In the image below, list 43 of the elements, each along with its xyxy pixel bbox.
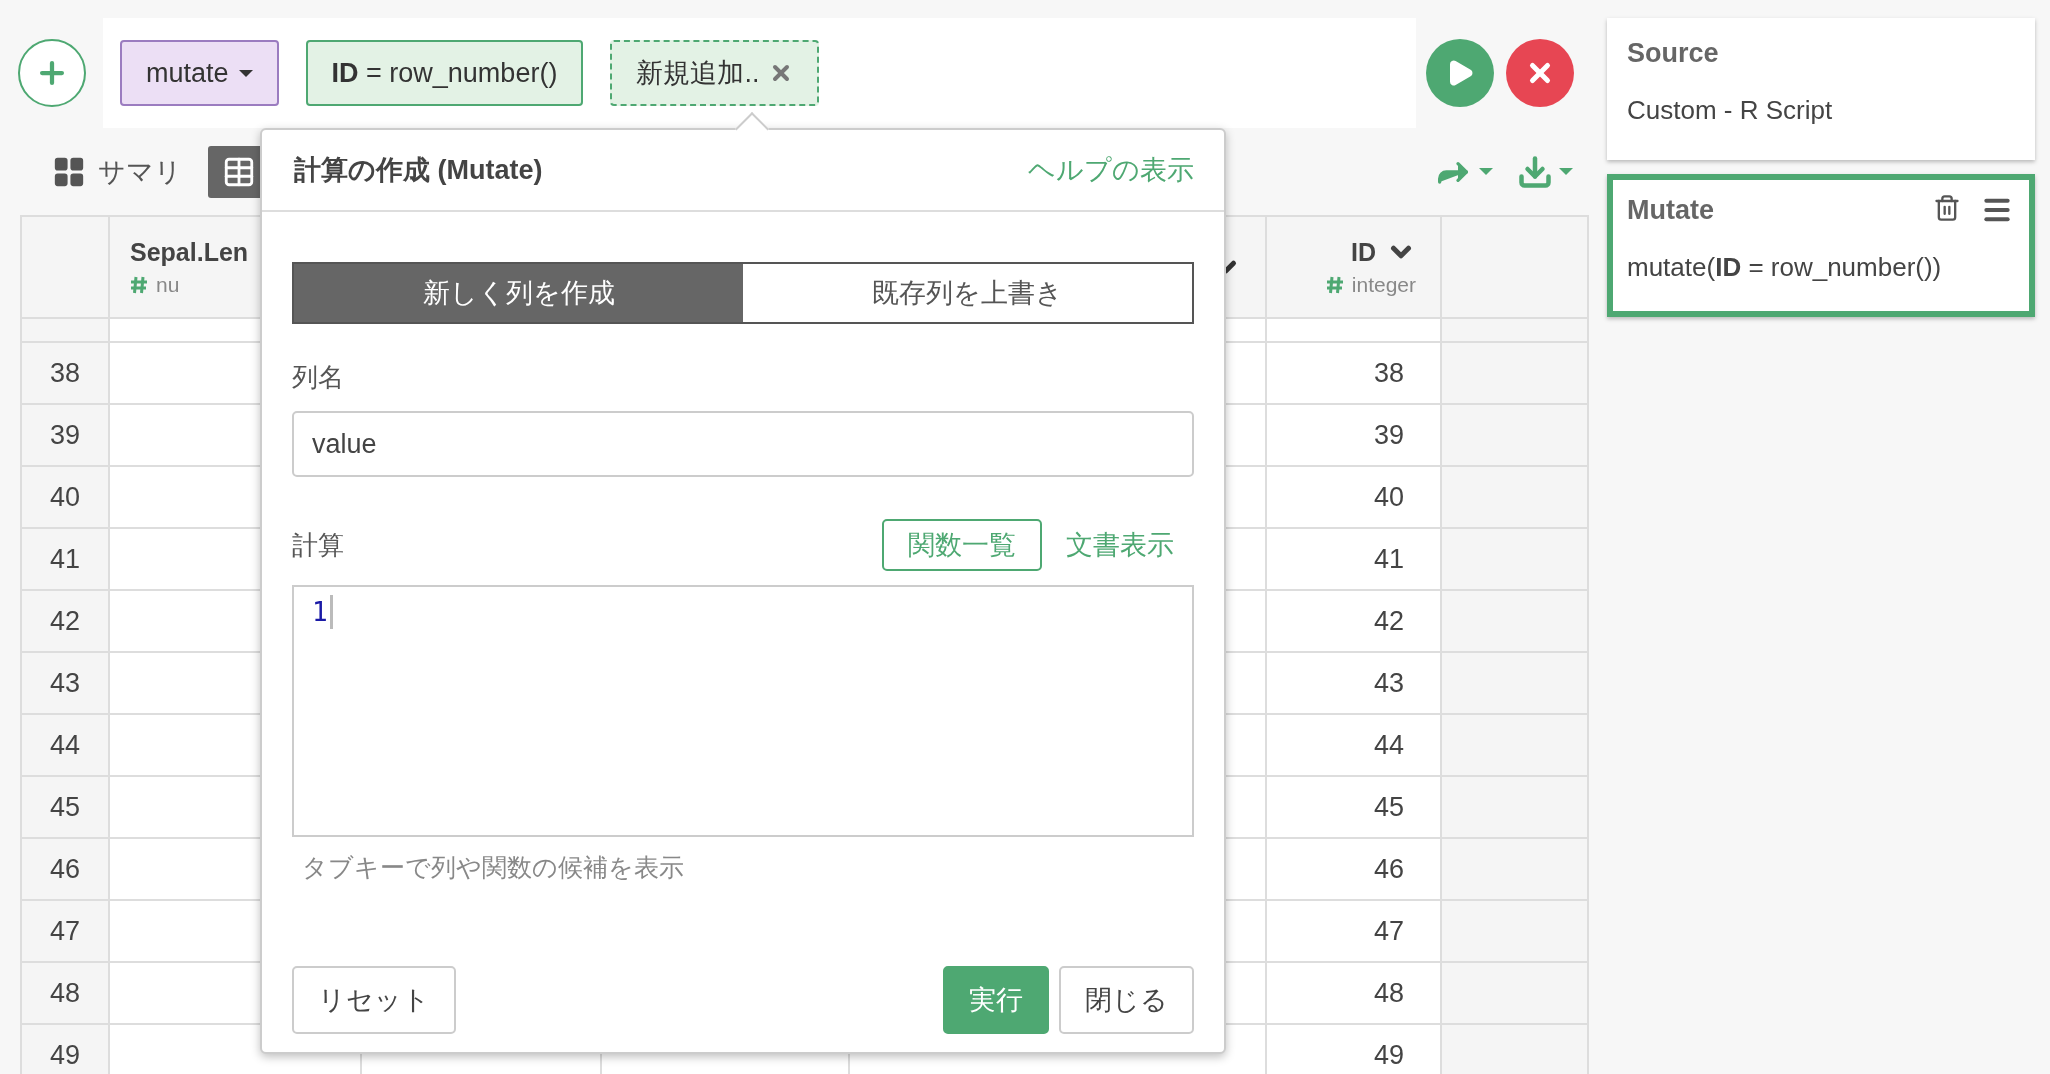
hint-text: タブキーで列や関数の候補を表示 [302, 852, 685, 883]
reset-button[interactable]: リセット [292, 966, 456, 1034]
code-editor[interactable]: 1 [292, 585, 1194, 837]
dialog-title: 計算の作成 (Mutate) [294, 154, 543, 187]
column-name-field[interactable]: value [292, 411, 1194, 477]
new-step-chip[interactable]: 新規追加.. [610, 40, 820, 106]
caret-icon [1559, 168, 1573, 175]
field-label: 列名 [292, 361, 345, 394]
row-number: 44 [22, 715, 110, 775]
row-number: 46 [22, 839, 110, 899]
trash-icon[interactable] [1933, 194, 1961, 222]
summary-tab[interactable]: サマリ [38, 145, 196, 198]
close-button[interactable]: 閉じる [1059, 966, 1194, 1034]
step-title: Source [1627, 38, 1719, 69]
hash-icon [130, 275, 148, 294]
row-number: 40 [22, 467, 110, 527]
column-type: integer [1351, 273, 1416, 297]
row-number: 39 [22, 405, 110, 465]
step-chip[interactable]: ID = row_number() [305, 40, 584, 106]
step-card[interactable]: Mutate mutate(ID = row_number()) [1607, 174, 2035, 317]
row-number: 42 [22, 591, 110, 651]
hash-icon [1325, 276, 1344, 294]
download-icon [1517, 153, 1553, 190]
column-name: Sepal.Len [130, 237, 249, 267]
row-number: 49 [22, 1025, 110, 1074]
row-number: 38 [22, 343, 110, 403]
step-title: Mutate [1627, 194, 1714, 226]
caret-icon [1479, 168, 1493, 175]
field-label: 計算 [292, 528, 344, 562]
row-number: 43 [22, 653, 110, 713]
step-detail: mutate(ID = row_number()) [1627, 252, 1943, 283]
command-chip[interactable]: mutate [120, 40, 279, 106]
step-detail: Custom - R Script [1627, 95, 1834, 126]
caret-icon [238, 69, 253, 77]
step-card[interactable]: Source Custom - R Script [1607, 18, 2035, 160]
mode-tab[interactable]: 新しく列を作成 [294, 264, 743, 322]
column-type: nu [156, 272, 180, 297]
code-text: 1 [312, 595, 333, 629]
row-number: 48 [22, 963, 110, 1023]
row-number: 41 [22, 529, 110, 589]
row-number: 47 [22, 901, 110, 961]
column-name: ID [1351, 237, 1376, 267]
row-number: 45 [22, 777, 110, 837]
